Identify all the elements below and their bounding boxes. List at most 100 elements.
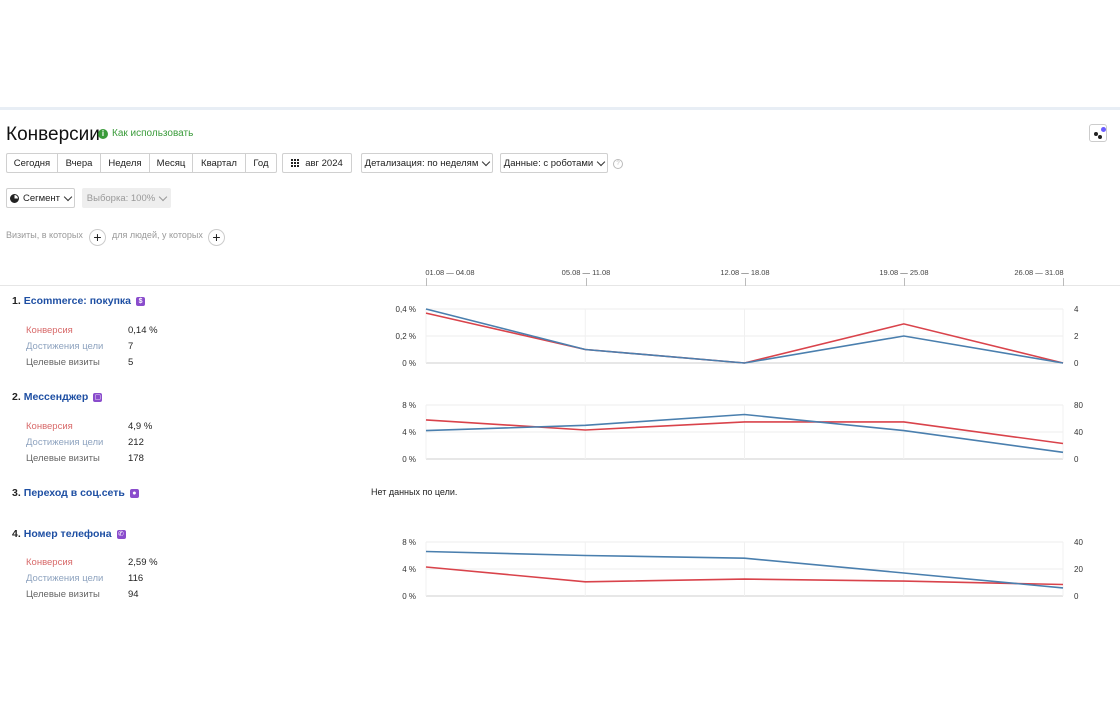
goal-title: 1. Ecommerce: покупка $ [12,295,146,307]
period-today-button[interactable]: Сегодня [7,154,58,172]
visits-value: 94 [128,589,139,600]
period-year-button[interactable]: Год [246,154,276,172]
help-link[interactable]: i Как использовать [98,128,193,139]
segment-dropdown[interactable]: Сегмент [6,188,75,208]
period-quarter-button[interactable]: Квартал [193,154,246,172]
sample-label: Выборка: 100% [86,192,156,204]
timeline-label: 12.08 — 18.08 [720,268,770,277]
visits-value: 178 [128,453,144,464]
help-label: Как использовать [112,128,194,139]
detail-label: Детализация: по неделям [364,157,479,169]
y-right-tick-label: 2 [1074,332,1079,341]
conversion-label: Конверсия [26,421,73,432]
info-icon: i [98,128,108,139]
reach-value: 7 [128,341,134,352]
y-left-tick-label: 4 % [402,428,416,437]
chevron-down-icon [482,157,491,166]
data-dropdown[interactable]: Данные: с роботами [500,153,608,173]
conversion-value: 4,9 % [128,421,153,432]
segment-label: Сегмент [22,192,61,204]
chevron-down-icon [63,192,73,201]
timeline-tick [426,278,427,286]
messenger-chart: 0 % 4 % 8 % 0 40 80 [402,401,1083,464]
goal-name-link[interactable]: Номер телефона [24,528,112,540]
timeline-label: 19.08 — 25.08 [879,268,929,277]
y-right-tick-label: 20 [1074,565,1083,574]
reach-label: Достижения цели [26,573,104,584]
data-label: Данные: с роботами [503,157,594,169]
y-left-tick-label: 0,2 % [396,332,416,341]
ecommerce-icon: $ [136,296,146,306]
social-icon: ● [129,488,139,498]
pie-chart-icon [9,193,19,203]
reach-label: Достижения цели [26,437,104,448]
y-right-tick-label: 4 [1074,305,1079,314]
timeline-tick [745,278,746,286]
y-left-tick-label: 0 % [402,455,416,464]
phone-chart: 0 % 4 % 8 % 0 20 40 [402,538,1083,601]
timeline-label: 05.08 — 11.08 [561,268,611,277]
add-people-filter-button[interactable]: + [208,229,225,246]
reach-value: 212 [128,437,144,448]
reach-label: Достижения цели [26,341,104,352]
date-label: авг 2024 [305,157,343,169]
goal-name-link[interactable]: Ecommerce: покупка [24,295,131,307]
goal-name-link[interactable]: Переход в соц.сеть [24,487,125,499]
timeline-tick [1063,278,1064,286]
goal-number: 4. [12,528,21,540]
messenger-icon: ▢ [93,392,103,402]
visits-value: 5 [128,357,134,368]
page-title: Конверсии [6,124,100,145]
people-filter-label: для людей, у которых [112,230,203,240]
assistant-icon[interactable] [1089,124,1107,142]
timeline-tick [904,278,905,286]
question-icon[interactable]: ? [613,159,623,169]
y-right-tick-label: 0 [1074,455,1079,464]
chevron-down-icon [596,157,606,166]
reach-value: 116 [128,573,144,584]
y-right-tick-label: 40 [1074,538,1083,547]
conversion-label: Конверсия [26,325,73,336]
period-yesterday-button[interactable]: Вчера [58,154,101,172]
date-picker-button[interactable]: авг 2024 [282,153,352,173]
no-data-message: Нет данных по цели. [371,487,458,497]
visits-filter-label: Визиты, в которых [6,230,83,240]
sample-dropdown[interactable]: Выборка: 100% [82,188,171,208]
goal-title: 2. Мессенджер ▢ [12,391,103,403]
conversion-label: Конверсия [26,557,73,568]
timeline-label: 26.08 — 31.08 [1014,268,1064,277]
timeline-label: 01.08 — 04.08 [425,268,475,277]
visits-label: Целевые визиты [26,453,100,464]
phone-icon: ✆ [116,529,126,539]
goal-title: 4. Номер телефона ✆ [12,528,126,540]
y-left-tick-label: 8 % [402,538,416,547]
period-month-button[interactable]: Месяц [150,154,193,172]
top-divider [0,107,1120,110]
y-right-tick-label: 0 [1074,359,1079,368]
goal-title: 3. Переход в соц.сеть ● [12,487,139,499]
timeline-tick [586,278,587,286]
goal-number: 2. [12,391,21,403]
goal-number: 3. [12,487,21,499]
y-right-tick-label: 40 [1074,428,1083,437]
ecommerce-chart: 0 % 0,2 % 0,4 % 0 2 4 [396,305,1079,368]
goal-name-link[interactable]: Мессенджер [24,391,89,403]
add-visits-filter-button[interactable]: + [89,229,106,246]
y-left-tick-label: 0 % [402,592,416,601]
y-left-tick-label: 4 % [402,565,416,574]
y-left-tick-label: 8 % [402,401,416,410]
y-left-tick-label: 0,4 % [396,305,416,314]
period-selector: Сегодня Вчера Неделя Месяц Квартал Год [6,153,277,173]
chevron-down-icon [158,192,168,201]
y-right-tick-label: 80 [1074,401,1083,410]
y-left-tick-label: 0 % [402,359,416,368]
calendar-icon [291,159,300,167]
goal-number: 1. [12,295,21,307]
conversion-value: 0,14 % [128,325,158,336]
y-right-tick-label: 0 [1074,592,1079,601]
conversion-value: 2,59 % [128,557,158,568]
visits-label: Целевые визиты [26,589,100,600]
period-week-button[interactable]: Неделя [101,154,150,172]
detail-dropdown[interactable]: Детализация: по неделям [361,153,493,173]
timeline-axis [0,285,1120,286]
